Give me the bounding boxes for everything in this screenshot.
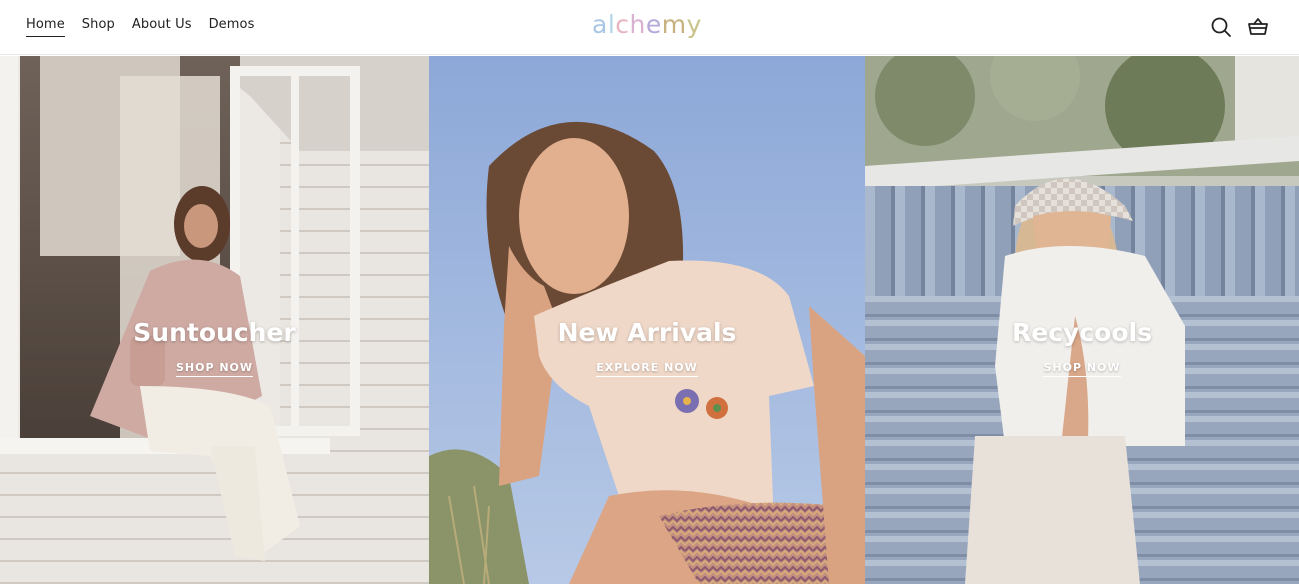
hero-panel-recycools[interactable]: Recycools SHOP NOW — [865, 56, 1299, 584]
nav-item-about-us[interactable]: About Us — [132, 17, 192, 37]
site-header: Home Shop About Us Demos alchemy — [0, 0, 1299, 55]
explore-now-link[interactable]: EXPLORE NOW — [596, 361, 698, 377]
nav-item-home[interactable]: Home — [26, 17, 65, 37]
logo-letter: c — [615, 10, 630, 39]
hero-panels: Suntoucher SHOP NOW New Arrivals EXPLORE… — [0, 56, 1299, 584]
shop-now-link[interactable]: SHOP NOW — [175, 361, 254, 377]
logo-letter: y — [686, 10, 702, 39]
main-nav: Home Shop About Us Demos — [26, 17, 254, 37]
logo-letter: m — [661, 10, 687, 39]
panel-overlay: New Arrivals EXPLORE NOW — [429, 318, 865, 377]
logo-letter: h — [629, 10, 646, 39]
nav-item-shop[interactable]: Shop — [82, 17, 115, 37]
hero-panel-suntoucher[interactable]: Suntoucher SHOP NOW — [0, 56, 429, 584]
nav-item-demos[interactable]: Demos — [209, 17, 255, 37]
search-icon[interactable] — [1209, 15, 1233, 39]
logo-letter: l — [607, 10, 616, 39]
basket-icon[interactable] — [1246, 15, 1270, 39]
panel-title: Suntoucher — [133, 318, 296, 347]
panel-title: New Arrivals — [557, 318, 737, 347]
logo-letter: a — [592, 10, 608, 39]
hero-panel-new-arrivals[interactable]: New Arrivals EXPLORE NOW — [429, 56, 865, 584]
panel-overlay: Recycools SHOP NOW — [865, 318, 1299, 377]
shop-now-link[interactable]: SHOP NOW — [1043, 361, 1121, 377]
panel-title: Recycools — [1012, 318, 1152, 347]
panel-overlay: Suntoucher SHOP NOW — [0, 318, 429, 377]
brand-logo[interactable]: alchemy — [592, 10, 702, 39]
logo-letter: e — [645, 10, 662, 39]
